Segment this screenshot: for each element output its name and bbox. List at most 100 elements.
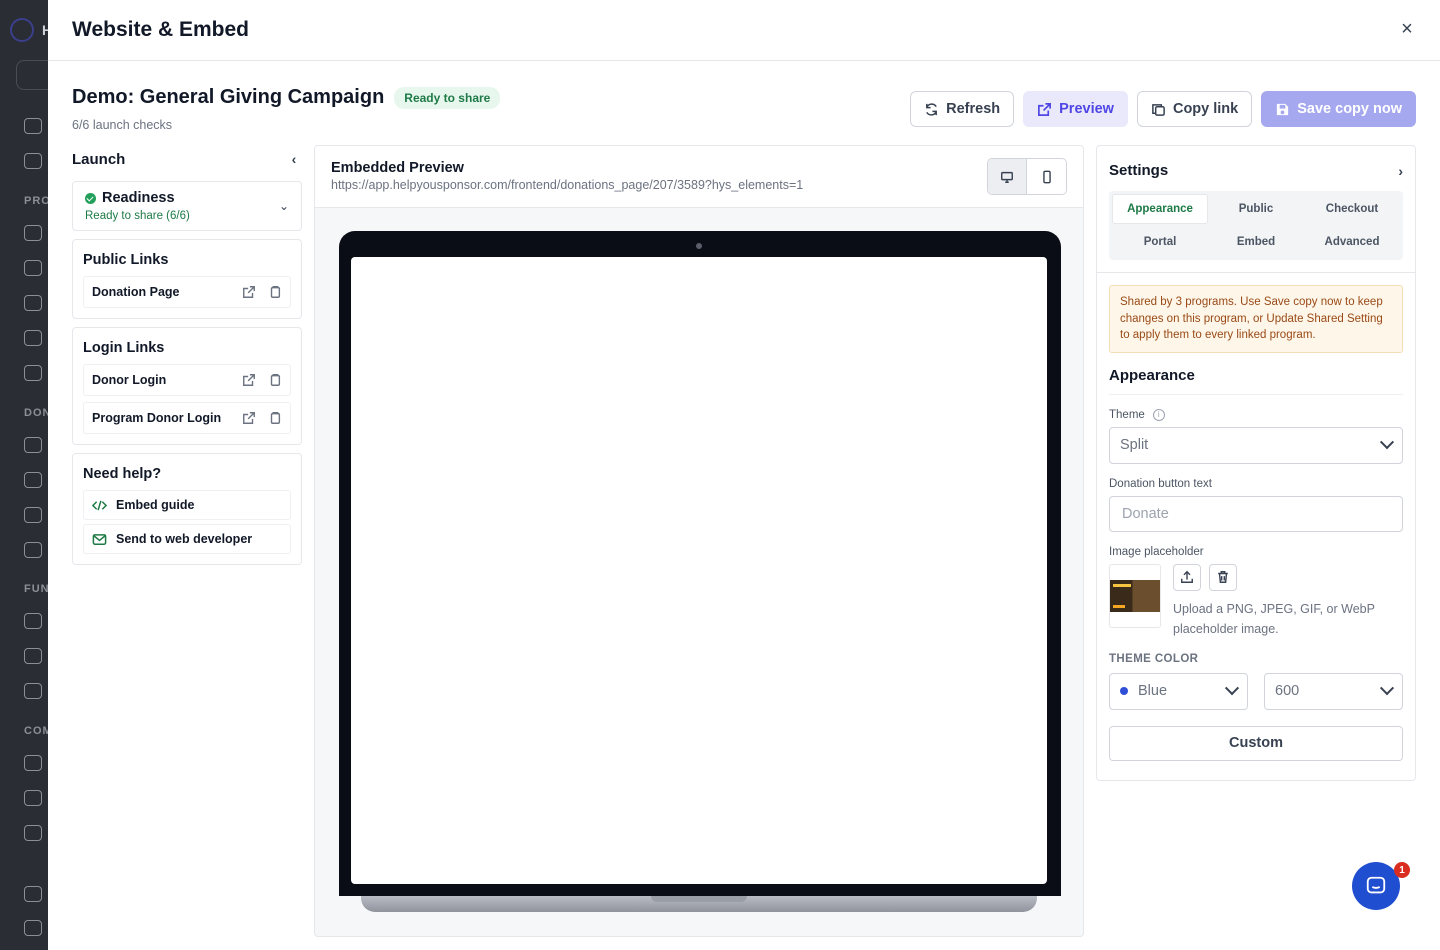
dashboard-icon bbox=[24, 118, 42, 134]
chat-icon bbox=[24, 755, 42, 771]
save-copy-label: Save copy now bbox=[1297, 101, 1402, 117]
link-row-donor-login[interactable]: Donor Login bbox=[83, 364, 291, 396]
copy-icon[interactable] bbox=[268, 285, 282, 299]
embedded-preview-panel: Embedded Preview https://app.helpyouspon… bbox=[314, 145, 1084, 937]
chevron-down-icon bbox=[1379, 681, 1395, 696]
collapse-chevron-icon[interactable]: ‹ bbox=[286, 151, 302, 167]
help-label: Send to web developer bbox=[116, 532, 253, 546]
upload-hint: Upload a PNG, JPEG, GIF, or WebP placeho… bbox=[1173, 601, 1375, 636]
copy-link-button[interactable]: Copy link bbox=[1136, 91, 1253, 127]
copy-icon bbox=[1152, 103, 1165, 116]
tab-checkout[interactable]: Checkout bbox=[1304, 194, 1400, 224]
mobile-view-button[interactable] bbox=[1027, 159, 1066, 194]
briefcase-icon bbox=[24, 648, 42, 664]
clipboard-icon bbox=[24, 153, 42, 169]
close-icon[interactable]: × bbox=[1396, 18, 1418, 40]
theme-value: Split bbox=[1120, 437, 1149, 453]
link-label: Donor Login bbox=[92, 373, 167, 387]
login-links-card: Login Links Donor Login Program Donor Lo… bbox=[72, 327, 302, 445]
modal-header: Website & Embed × bbox=[48, 0, 1440, 61]
tab-appearance[interactable]: Appearance bbox=[1112, 194, 1208, 224]
theme-color-row: Blue 600 bbox=[1109, 672, 1403, 710]
chevron-down-icon: ⌄ bbox=[278, 199, 289, 213]
theme-label: Theme bbox=[1109, 408, 1145, 421]
readiness-status: Ready to share (6/6) bbox=[85, 210, 190, 222]
device-toggle bbox=[987, 158, 1067, 195]
copy-icon[interactable] bbox=[268, 411, 282, 425]
nav-section-label: FUN bbox=[24, 583, 50, 595]
shade-value: 600 bbox=[1275, 683, 1300, 699]
preview-title: Embedded Preview bbox=[331, 160, 464, 176]
preview-button[interactable]: Preview bbox=[1023, 91, 1128, 127]
trend-icon bbox=[24, 613, 42, 629]
placeholder-image bbox=[1110, 579, 1160, 612]
donation-button-label: Donation button text bbox=[1109, 477, 1212, 490]
color-swatch-icon bbox=[1120, 687, 1128, 696]
shade-select[interactable]: 600 bbox=[1264, 672, 1403, 710]
unread-badge: 1 bbox=[1394, 862, 1410, 878]
desktop-view-button[interactable] bbox=[988, 159, 1027, 194]
public-links-title: Public Links bbox=[83, 252, 169, 268]
custom-color-button[interactable]: Custom bbox=[1109, 725, 1403, 761]
upload-icon bbox=[1181, 570, 1193, 583]
status-badge: Ready to share bbox=[394, 86, 501, 109]
divider bbox=[1097, 272, 1415, 273]
save-copy-button[interactable]: Save copy now bbox=[1261, 91, 1416, 127]
public-links-card: Public Links Donation Page bbox=[72, 239, 302, 319]
delete-button[interactable] bbox=[1209, 563, 1237, 591]
calendar-icon bbox=[24, 330, 42, 346]
campaign-header: Demo: General Giving Campaign Ready to s… bbox=[72, 86, 501, 109]
color-select[interactable]: Blue bbox=[1109, 672, 1248, 710]
open-link-icon[interactable] bbox=[242, 373, 256, 387]
help-title: Need help? bbox=[83, 466, 162, 482]
info-icon[interactable]: i bbox=[1152, 408, 1165, 421]
refresh-button[interactable]: Refresh bbox=[910, 91, 1015, 127]
help-card: Need help? Embed guide Send to web devel… bbox=[72, 453, 302, 565]
mail-icon bbox=[92, 533, 107, 545]
launch-checks-count: 6/6 launch checks bbox=[72, 118, 173, 132]
tab-advanced[interactable]: Advanced bbox=[1304, 227, 1400, 257]
tab-embed[interactable]: Embed bbox=[1208, 227, 1304, 257]
launch-title: Launch bbox=[72, 150, 126, 168]
embedded-iframe-screen[interactable] bbox=[351, 257, 1047, 884]
link-icon bbox=[24, 472, 42, 488]
modal-title: Website & Embed bbox=[72, 18, 249, 41]
sliders-icon bbox=[24, 365, 42, 381]
theme-select[interactable]: Split bbox=[1109, 426, 1403, 464]
desktop-icon bbox=[1001, 171, 1013, 183]
sparkle-icon bbox=[24, 886, 42, 902]
save-icon bbox=[1277, 103, 1289, 115]
preview-label: Preview bbox=[1059, 101, 1114, 117]
tab-portal[interactable]: Portal bbox=[1112, 227, 1208, 257]
app-logo-icon bbox=[10, 18, 34, 42]
laptop-frame bbox=[339, 231, 1061, 896]
phone-icon bbox=[24, 790, 42, 806]
embed-guide-link[interactable]: Embed guide bbox=[83, 490, 291, 520]
code-icon bbox=[92, 500, 107, 510]
nav-section-label: PRO bbox=[24, 195, 51, 207]
send-to-developer-link[interactable]: Send to web developer bbox=[83, 524, 291, 554]
action-toolbar: Refresh Preview Copy link Save copy now bbox=[910, 91, 1416, 127]
image-thumbnail bbox=[1109, 563, 1161, 628]
laptop-notch bbox=[651, 896, 747, 902]
color-value: Blue bbox=[1138, 683, 1168, 699]
camera-dot bbox=[696, 243, 702, 249]
copy-icon[interactable] bbox=[268, 373, 282, 387]
open-link-icon[interactable] bbox=[242, 411, 256, 425]
donation-button-text-input[interactable] bbox=[1109, 495, 1403, 532]
image-placeholder-row: Upload a PNG, JPEG, GIF, or WebP placeho… bbox=[1109, 563, 1403, 639]
mobile-icon bbox=[1042, 170, 1051, 183]
chevron-right-icon[interactable]: › bbox=[1398, 163, 1403, 179]
open-link-icon[interactable] bbox=[242, 285, 256, 299]
readiness-card[interactable]: Readiness Ready to share (6/6) ⌄ bbox=[72, 181, 302, 231]
link-row-program-donor-login[interactable]: Program Donor Login bbox=[83, 402, 291, 434]
support-chat-button[interactable] bbox=[1352, 862, 1400, 910]
theme-label-row: Theme i bbox=[1109, 408, 1403, 421]
tab-public[interactable]: Public bbox=[1208, 194, 1304, 224]
readiness-title: Readiness bbox=[102, 190, 175, 206]
laptop-base bbox=[361, 896, 1037, 912]
check-circle-icon bbox=[85, 192, 96, 204]
upload-button[interactable] bbox=[1173, 563, 1201, 591]
refresh-icon bbox=[926, 102, 938, 116]
link-row-donation-page[interactable]: Donation Page bbox=[83, 276, 291, 308]
